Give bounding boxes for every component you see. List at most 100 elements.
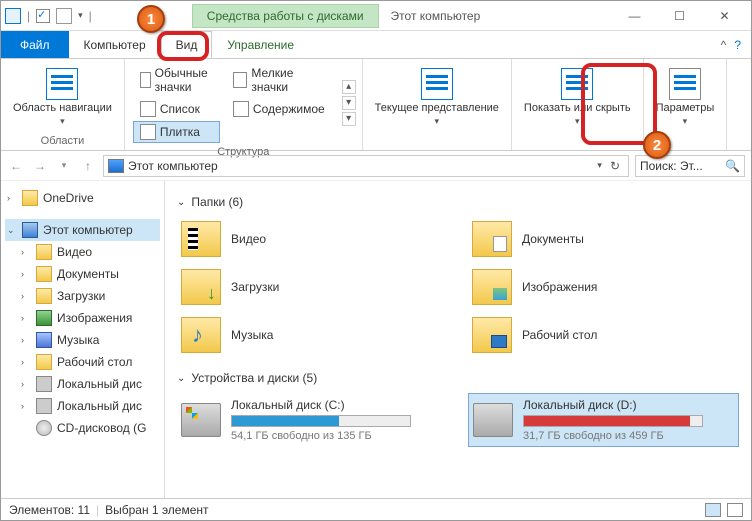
navigation-pane-button[interactable]: Область навигации ▾ bbox=[7, 66, 118, 129]
folder-pictures[interactable]: Изображения bbox=[468, 265, 739, 309]
drive-icon bbox=[36, 398, 52, 414]
status-bar: Элементов: 11 | Выбран 1 элемент bbox=[1, 498, 751, 520]
layout-tiles[interactable]: Плитка bbox=[133, 121, 220, 143]
minimize-button[interactable]: — bbox=[612, 2, 657, 30]
drive-d[interactable]: Локальный диск (D:) 31,7 ГБ свободно из … bbox=[468, 393, 739, 447]
tree-pictures[interactable]: ›Изображения bbox=[19, 307, 160, 329]
folder-icon bbox=[36, 266, 52, 282]
pictures-icon bbox=[36, 310, 52, 326]
layout-normal-icons[interactable]: Обычные значки bbox=[133, 63, 220, 97]
layout-list[interactable]: Список bbox=[133, 98, 220, 120]
folder-icon bbox=[36, 288, 52, 304]
view-details-button[interactable] bbox=[705, 503, 721, 517]
qat-item[interactable] bbox=[56, 8, 72, 24]
layout-scroll-down-icon[interactable]: ▾ bbox=[342, 96, 356, 110]
drive-d-space: 31,7 ГБ свободно из 459 ГБ bbox=[523, 430, 734, 442]
status-items-count: Элементов: 11 bbox=[9, 503, 90, 517]
this-pc-icon bbox=[108, 159, 124, 173]
tree-downloads[interactable]: ›Загрузки bbox=[19, 285, 160, 307]
folder-icon bbox=[22, 190, 38, 206]
tab-view[interactable]: Вид bbox=[161, 31, 213, 58]
folder-icon bbox=[36, 244, 52, 260]
qat-dropdown-icon[interactable]: ▾ bbox=[78, 10, 83, 21]
tree-documents[interactable]: ›Документы bbox=[19, 263, 160, 285]
small-icons-icon bbox=[233, 72, 247, 88]
layout-more-icon[interactable]: ▾ bbox=[342, 112, 356, 126]
cd-icon bbox=[36, 420, 52, 436]
close-button[interactable]: ✕ bbox=[702, 2, 747, 30]
tree-onedrive[interactable]: ›OneDrive bbox=[5, 187, 160, 209]
breadcrumb[interactable]: Этот компьютер bbox=[128, 159, 218, 173]
folder-desktop[interactable]: Рабочий стол bbox=[468, 313, 739, 357]
search-box[interactable]: Поиск: Эт... 🔍 bbox=[635, 155, 745, 177]
music-folder-icon bbox=[181, 317, 221, 353]
folder-documents[interactable]: Документы bbox=[468, 217, 739, 261]
layout-content[interactable]: Содержимое bbox=[226, 98, 332, 120]
explorer-icon bbox=[5, 8, 21, 24]
chevron-down-icon: ▾ bbox=[575, 116, 580, 127]
downloads-folder-icon bbox=[181, 269, 221, 305]
qat-sep: | bbox=[27, 9, 30, 23]
drive-c-icon bbox=[181, 403, 221, 437]
folder-downloads[interactable]: Загрузки bbox=[177, 265, 448, 309]
qat-sep2: | bbox=[89, 9, 92, 23]
tree-videos[interactable]: ›Видео bbox=[19, 241, 160, 263]
explorer-window: | ▾ | Средства работы с дисками Этот ком… bbox=[0, 0, 752, 521]
title-bar: | ▾ | Средства работы с дисками Этот ком… bbox=[1, 1, 751, 31]
window-title: Этот компьютер bbox=[391, 9, 481, 23]
drive-d-icon bbox=[473, 403, 513, 437]
options-button[interactable]: Параметры ▾ bbox=[650, 66, 721, 129]
forward-button[interactable]: → bbox=[31, 159, 49, 173]
tree-desktop[interactable]: ›Рабочий стол bbox=[19, 351, 160, 373]
content-icon bbox=[233, 101, 249, 117]
current-view-button[interactable]: Текущее представление ▾ bbox=[369, 66, 505, 129]
pc-icon bbox=[22, 222, 38, 238]
refresh-button[interactable]: ↻ bbox=[606, 159, 624, 173]
category-folders[interactable]: ⌄Папки (6) bbox=[177, 195, 739, 209]
desktop-folder-icon bbox=[472, 317, 512, 353]
tree-this-pc[interactable]: ⌄Этот компьютер bbox=[5, 219, 160, 241]
status-selected: Выбран 1 элемент bbox=[105, 503, 208, 517]
nav-panel-label: Область навигации bbox=[13, 102, 112, 114]
tree-cd-drive[interactable]: CD-дисковод (G bbox=[19, 417, 160, 439]
recent-dropdown-icon[interactable]: ▾ bbox=[55, 160, 73, 171]
pictures-folder-icon bbox=[472, 269, 512, 305]
breadcrumb-dropdown-icon[interactable]: ▾ bbox=[597, 160, 602, 171]
group-label-areas: Области bbox=[7, 134, 118, 148]
drive-c[interactable]: Локальный диск (C:) 54,1 ГБ свободно из … bbox=[177, 393, 448, 447]
layout-small-icons[interactable]: Мелкие значки bbox=[226, 63, 332, 97]
ribbon-tabs: Файл Компьютер Вид Управление ^ ? bbox=[1, 31, 751, 59]
search-placeholder: Поиск: Эт... bbox=[640, 159, 703, 173]
icons-icon bbox=[140, 72, 151, 88]
documents-folder-icon bbox=[472, 221, 512, 257]
layout-scroll-up-icon[interactable]: ▴ bbox=[342, 80, 356, 94]
maximize-button[interactable]: ☐ bbox=[657, 2, 702, 30]
videos-folder-icon bbox=[181, 221, 221, 257]
view-large-button[interactable] bbox=[727, 503, 743, 517]
drive-c-usage-bar bbox=[231, 415, 411, 427]
folder-videos[interactable]: Видео bbox=[177, 217, 448, 261]
content-pane: ⌄Папки (6) Видео Документы Загрузки Изоб… bbox=[165, 181, 751, 498]
tree-music[interactable]: ›Музыка bbox=[19, 329, 160, 351]
tab-computer[interactable]: Компьютер bbox=[69, 31, 161, 58]
ribbon-collapse-icon[interactable]: ^ bbox=[721, 38, 727, 52]
music-icon bbox=[36, 332, 52, 348]
chevron-down-icon: ▾ bbox=[60, 116, 65, 127]
tab-file[interactable]: Файл bbox=[1, 31, 69, 58]
show-hide-icon bbox=[561, 68, 593, 100]
category-devices[interactable]: ⌄Устройства и диски (5) bbox=[177, 371, 739, 385]
contextual-tab-drive-tools: Средства работы с дисками bbox=[192, 4, 379, 28]
address-bar[interactable]: Этот компьютер ▾ ↻ bbox=[103, 155, 629, 177]
qat-check-icon[interactable] bbox=[36, 9, 50, 23]
folder-music[interactable]: Музыка bbox=[177, 313, 448, 357]
drive-c-space: 54,1 ГБ свободно из 135 ГБ bbox=[231, 430, 444, 442]
ribbon: Область навигации ▾ Области Обычные знач… bbox=[1, 59, 751, 151]
show-hide-button[interactable]: Показать или скрыть ▾ bbox=[518, 66, 637, 129]
tab-manage[interactable]: Управление bbox=[212, 31, 309, 58]
up-button[interactable]: ↑ bbox=[79, 159, 97, 173]
back-button[interactable]: ← bbox=[7, 159, 25, 173]
help-icon[interactable]: ? bbox=[734, 38, 741, 52]
nav-panel-icon bbox=[46, 68, 78, 100]
tree-local-d[interactable]: ›Локальный дис bbox=[19, 395, 160, 417]
tree-local-c[interactable]: ›Локальный дис bbox=[19, 373, 160, 395]
